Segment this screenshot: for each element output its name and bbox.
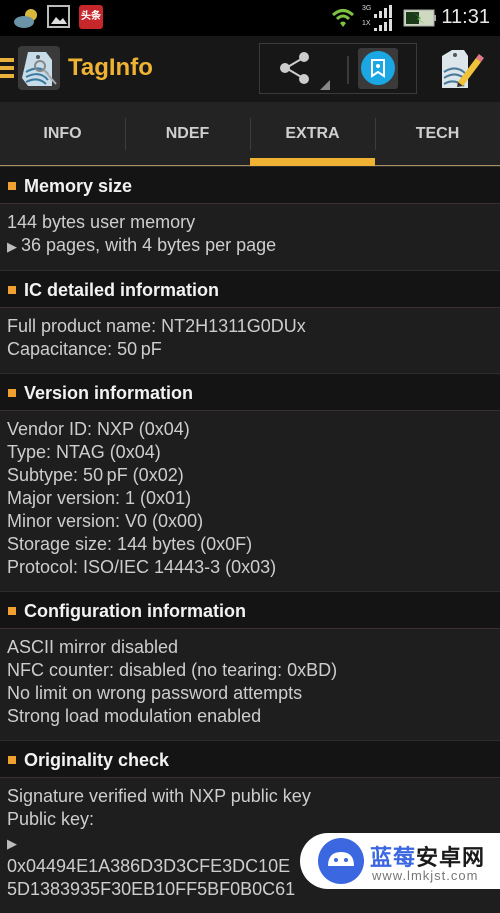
section-header: Memory size [0,166,500,204]
gallery-icon [47,5,70,28]
section-body: ASCII mirror disabled NFC counter: disabl… [0,629,500,740]
section-header: IC detailed information [0,270,500,308]
line-text: Subtype: 50 pF (0x02) [7,465,184,485]
network-1x-label: 1X [362,20,371,27]
toutiao-app-icon: 头条 [79,5,103,29]
action-bar: TagInfo [0,36,500,102]
line-text: Type: NTAG (0x04) [7,442,161,462]
line-text: Public key: [7,809,95,829]
watermark-badge: 蓝莓安卓网 www.lmkjst.com [300,833,500,889]
info-line: Type: NTAG (0x04) [7,441,500,464]
info-line: NFC counter: disabled (no tearing: 0xBD) [7,659,500,682]
info-line: ASCII mirror disabled [7,636,500,659]
section-title: Originality check [24,750,170,770]
app-logo-icon[interactable] [18,46,60,90]
line-text: 5D1383935F30EB10FF5BF0B0C61 [7,879,296,899]
watermark-url: www.lmkjst.com [372,868,479,883]
clock: 11:31 [441,6,490,28]
info-line: Major version: 1 (0x01) [7,487,500,510]
signal-strength-icon [374,5,392,31]
share-button[interactable] [260,44,338,93]
battery-charging-icon [403,9,436,27]
edit-tag-icon [442,50,484,88]
info-line: Subtype: 50 pF (0x02) [7,464,500,487]
section-title: Version information [24,383,194,403]
action-divider [347,56,349,84]
info-line: Public key: [7,808,500,831]
section: Version information Vendor ID: NXP (0x04)… [0,373,500,591]
info-line: Vendor ID: NXP (0x04) [7,418,500,441]
section: Memory size 144 bytes user memory ▶ 36 page… [0,166,500,270]
line-text: 36 pages, with 4 bytes per page [21,235,277,255]
line-text: Storage size: 144 bytes (0x0F) [7,534,253,554]
tab-bar: INFO NDEF EXTRA TECH [0,102,500,167]
app-title: TagInfo [68,54,153,81]
expand-arrow-icon[interactable]: ▶ [7,239,17,254]
wifi-icon [331,9,355,27]
section: Configuration information ASCII mirror di… [0,591,500,740]
section-bullet-icon [8,182,16,190]
section-body: 144 bytes user memory ▶ 36 pages, with 4 b… [0,204,500,270]
section-title: Configuration information [24,601,246,621]
tab-extra[interactable]: EXTRA [250,102,375,166]
bookmark-button[interactable] [358,48,398,89]
section-bullet-icon [8,286,16,294]
line-text: Vendor ID: NXP (0x04) [7,419,190,439]
extra-info-list[interactable]: Memory size 144 bytes user memory ▶ 36 page… [0,166,500,913]
weather-icon [14,9,37,28]
info-line: Storage size: 144 bytes (0x0F) [7,533,500,556]
line-text: NFC counter: disabled (no tearing: 0xBD) [7,660,338,680]
info-line: Protocol: ISO/IEC 14443-3 (0x03) [7,556,500,579]
line-text: Strong load modulation enabled [7,706,262,726]
tab-info[interactable]: INFO [0,102,125,166]
tab-ndef[interactable]: NDEF [125,102,250,166]
expand-arrow-icon[interactable]: ▶ [7,836,17,851]
section: IC detailed information Full product name… [0,270,500,373]
section-header: Configuration information [0,591,500,629]
line-text: Protocol: ISO/IEC 14443-3 (0x03) [7,557,277,577]
info-line: 144 bytes user memory [7,211,500,234]
edit-tag-button[interactable] [438,46,484,92]
bookmark-icon [361,51,395,85]
info-line: Minor version: V0 (0x00) [7,510,500,533]
info-line: No limit on wrong password attempts [7,682,500,705]
line-text: ASCII mirror disabled [7,637,179,657]
section-body: Vendor ID: NXP (0x04) Type: NTAG (0x04) Su… [0,411,500,591]
expandable-line[interactable]: ▶ 36 pages, with 4 bytes per page [7,234,500,258]
line-text: No limit on wrong password attempts [7,683,303,703]
line-text: Signature verified with NXP public key [7,786,311,806]
info-line: Full product name: NT2H1311G0DUx [7,315,500,338]
section-bullet-icon [8,756,16,764]
line-text: Capacitance: 50 pF [7,339,162,359]
line-text: 144 bytes user memory [7,212,196,232]
info-line: Strong load modulation enabled [7,705,500,728]
menu-icon[interactable] [0,58,14,80]
line-text: Full product name: NT2H1311G0DUx [7,316,306,336]
share-icon [280,52,330,90]
section-header: Originality check [0,740,500,778]
line-text: Major version: 1 (0x01) [7,488,192,508]
section-title: Memory size [24,176,133,196]
line-text: 0x04494E1A386D3D3CFE3DC10E [7,856,291,876]
section-title: IC detailed information [24,280,220,300]
android-robot-icon [318,838,364,884]
section-bullet-icon [8,389,16,397]
line-text: Minor version: V0 (0x00) [7,511,204,531]
network-3g-label: 3G [362,5,372,12]
info-line: Signature verified with NXP public key [7,785,500,808]
info-line: Capacitance: 50 pF [7,338,500,361]
section-header: Version information [0,373,500,411]
section-body: Full product name: NT2H1311G0DUx Capacita… [0,308,500,373]
section-bullet-icon [8,607,16,615]
tab-tech[interactable]: TECH [375,102,500,166]
action-group [259,43,417,94]
status-bar: 头条 3G 1X 11:31 [0,0,500,36]
active-tab-indicator [250,158,375,166]
